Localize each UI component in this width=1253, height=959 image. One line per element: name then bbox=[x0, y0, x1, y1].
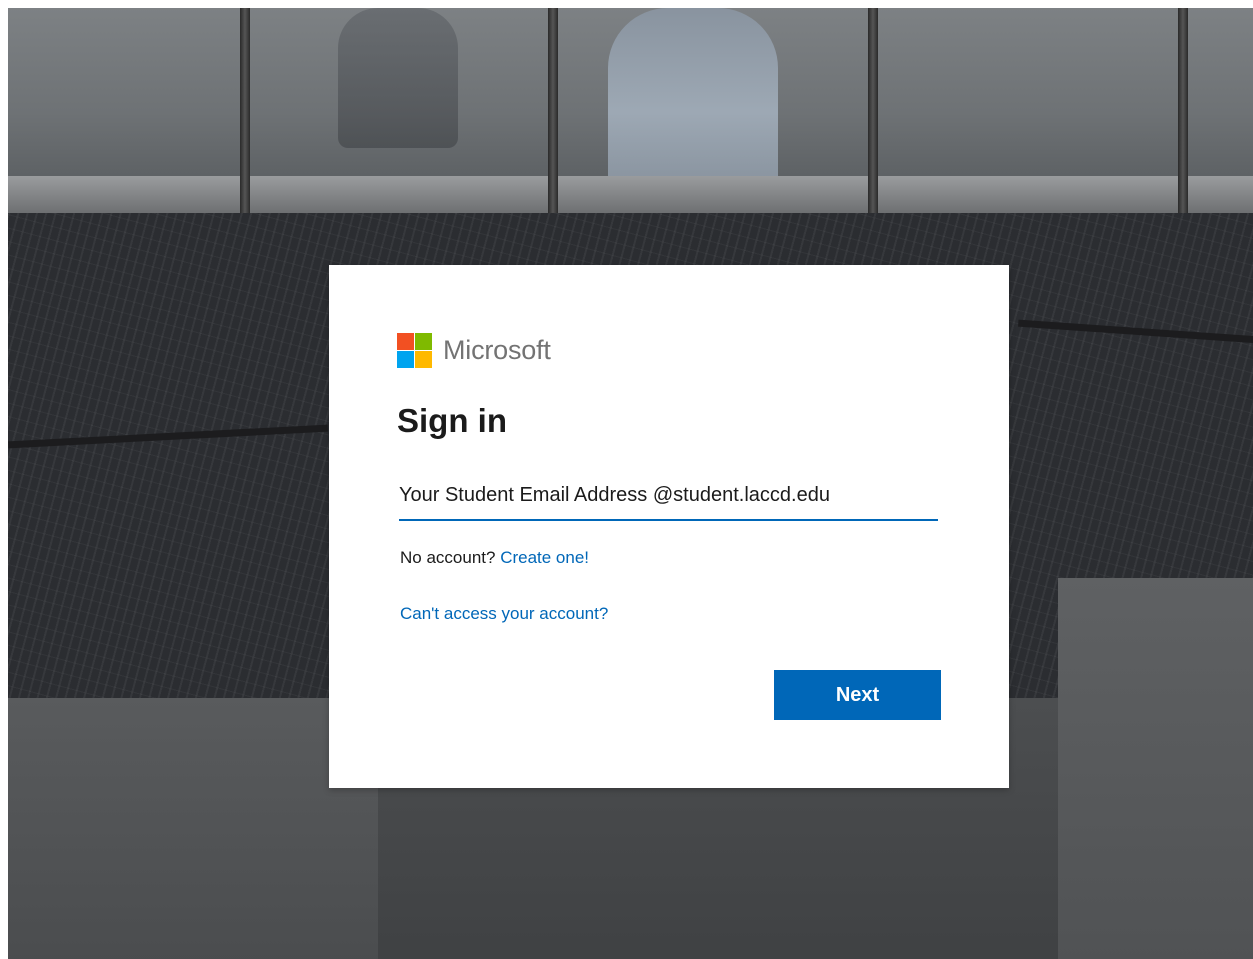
background-ledge bbox=[8, 176, 1253, 216]
background-stair-wall bbox=[1058, 578, 1253, 959]
next-button[interactable]: Next bbox=[774, 670, 941, 720]
create-account-link[interactable]: Create one! bbox=[500, 548, 589, 567]
page-title: Sign in bbox=[397, 402, 507, 439]
logo-square-yellow bbox=[415, 351, 432, 368]
no-account-row: No account? Create one! bbox=[400, 548, 589, 568]
no-account-text: No account? bbox=[400, 548, 496, 567]
background-railing-post bbox=[548, 8, 558, 213]
email-field[interactable] bbox=[399, 473, 938, 517]
logo-square-red bbox=[397, 333, 414, 350]
signin-dialog: Microsoft Sign in No account? Create one… bbox=[329, 265, 1009, 788]
logo-square-blue bbox=[397, 351, 414, 368]
microsoft-logo-text: Microsoft bbox=[443, 335, 551, 365]
logo-square-green bbox=[415, 333, 432, 350]
microsoft-logo-icon bbox=[397, 333, 432, 368]
microsoft-logo: Microsoft bbox=[397, 333, 551, 368]
email-field-container bbox=[399, 473, 938, 521]
cant-access-row: Can't access your account? bbox=[400, 604, 608, 624]
cant-access-account-link[interactable]: Can't access your account? bbox=[400, 604, 608, 623]
background-railing-post bbox=[240, 8, 250, 213]
background-railing-post bbox=[1178, 8, 1188, 213]
background-railing-post bbox=[868, 8, 878, 213]
background-person-walking bbox=[338, 8, 458, 148]
